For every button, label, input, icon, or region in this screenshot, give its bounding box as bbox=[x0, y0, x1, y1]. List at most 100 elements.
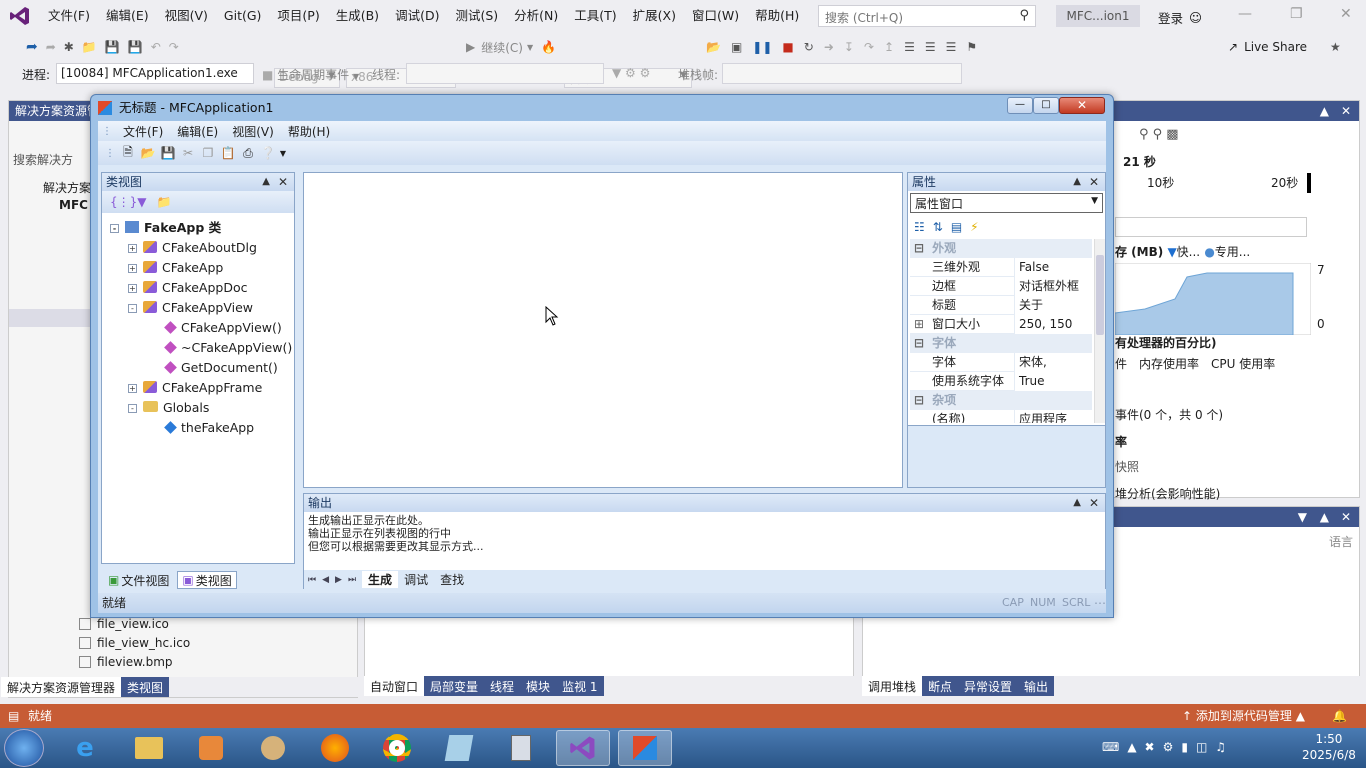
expander-icon[interactable]: + bbox=[128, 264, 137, 273]
tab-events[interactable]: 件 bbox=[1115, 355, 1127, 372]
tab-watch[interactable]: 监视 1 bbox=[556, 676, 604, 696]
hex-icon[interactable]: ☰ bbox=[904, 40, 915, 54]
properties-page-icon[interactable]: ▤ bbox=[951, 220, 962, 234]
menu-item[interactable]: 测试(S) bbox=[447, 0, 506, 32]
list-item[interactable]: file_view_hc.ico bbox=[79, 633, 190, 652]
tree-item[interactable]: + CFakeAppDoc bbox=[128, 279, 247, 297]
tab-class-view[interactable]: 类视图 bbox=[121, 677, 170, 697]
sort-icon[interactable]: {⋮}▼ bbox=[110, 195, 147, 209]
pin-icon[interactable]: ▲ bbox=[262, 173, 270, 191]
new-project-icon[interactable]: ✱ bbox=[64, 40, 74, 54]
tab-breakpoints[interactable]: 断点 bbox=[922, 676, 959, 696]
tab-class-view[interactable]: ▣ 类视图 bbox=[177, 571, 237, 589]
property-row[interactable]: 边框 对话框外框 bbox=[910, 277, 1094, 296]
expand-icon[interactable]: ⊞ bbox=[914, 315, 924, 334]
close-icon[interactable]: ✕ bbox=[1341, 507, 1351, 527]
hot-reload-icon[interactable]: 🔥 bbox=[541, 40, 556, 54]
close-icon[interactable]: ✕ bbox=[278, 173, 288, 191]
cut-icon[interactable]: ✂ bbox=[178, 144, 198, 162]
browse-icon[interactable]: 📂 bbox=[706, 40, 721, 54]
paste-icon[interactable]: 📋 bbox=[218, 144, 238, 162]
tray-icons[interactable]: ⌨▲✖⚙▮◫♫ bbox=[1102, 740, 1234, 754]
tab-threads[interactable]: 线程 bbox=[484, 676, 521, 696]
sign-in-button[interactable]: 登录 ☺ bbox=[1158, 8, 1202, 27]
paint-icon[interactable] bbox=[246, 730, 300, 766]
continue-button[interactable]: ▶ 继续(C) ▼ 🔥 bbox=[462, 36, 560, 58]
expander-icon[interactable]: - bbox=[128, 304, 137, 313]
tree-item[interactable]: - Globals bbox=[128, 399, 209, 417]
tree-item[interactable]: - CFakeAppView bbox=[128, 299, 253, 317]
expander-icon[interactable]: - bbox=[128, 404, 137, 413]
media-player-icon[interactable] bbox=[184, 730, 238, 766]
tab-find[interactable]: 查找 bbox=[434, 571, 470, 588]
visual-studio-taskbar-icon[interactable] bbox=[556, 730, 610, 766]
tree-item[interactable]: ~CFakeAppView() bbox=[164, 339, 292, 357]
tab-file-view[interactable]: ▣ 文件视图 bbox=[104, 571, 173, 589]
process-dropdown[interactable]: [10084] MFCApplication1.exe bbox=[56, 63, 254, 84]
about-icon[interactable]: ❔ bbox=[258, 144, 278, 162]
mfc-menu-view[interactable]: 视图(V) bbox=[225, 123, 281, 140]
property-row[interactable]: 使用系统字体 True bbox=[910, 372, 1094, 391]
open-icon[interactable]: 📁 bbox=[82, 40, 97, 54]
live-share-button[interactable]: ↗ Live Share bbox=[1224, 36, 1311, 58]
pin-icon[interactable]: ▲ bbox=[1073, 494, 1081, 512]
step-out-icon[interactable]: ↥ bbox=[884, 40, 894, 54]
copy-icon[interactable]: ❐ bbox=[198, 144, 218, 162]
bookmark-icon[interactable]: ⚑ bbox=[966, 40, 977, 54]
tab-modules[interactable]: 模块 bbox=[520, 676, 557, 696]
save-all-icon[interactable]: 💾 bbox=[128, 40, 143, 54]
events-icon[interactable]: ⚡ bbox=[970, 220, 978, 234]
tree-item[interactable]: theFakeApp bbox=[164, 419, 254, 437]
expander-icon[interactable]: + bbox=[128, 384, 137, 393]
menu-item[interactable]: 项目(P) bbox=[269, 0, 327, 32]
tree-item[interactable]: + CFakeAboutDlg bbox=[128, 239, 257, 257]
close-icon[interactable]: ✕ bbox=[1340, 6, 1352, 22]
mfc-app-taskbar-icon[interactable] bbox=[618, 730, 672, 766]
expander-icon[interactable]: + bbox=[128, 284, 137, 293]
stop-icon[interactable]: ■ bbox=[782, 40, 793, 54]
solution-search-input[interactable]: 搜索解决方 bbox=[13, 151, 73, 168]
back-icon[interactable]: ➦ bbox=[26, 39, 38, 55]
menu-item[interactable]: 调试(D) bbox=[387, 0, 447, 32]
tab-autos[interactable]: 自动窗口 bbox=[364, 676, 425, 696]
chrome-icon[interactable] bbox=[370, 730, 424, 766]
mfc-maximize-button[interactable]: □ bbox=[1033, 97, 1059, 114]
menu-item[interactable]: 扩展(X) bbox=[625, 0, 684, 32]
mfc-menu-edit[interactable]: 编辑(E) bbox=[170, 123, 225, 140]
firefox-icon[interactable] bbox=[308, 730, 362, 766]
tab-output[interactable]: 输出 bbox=[1018, 676, 1055, 696]
menu-item[interactable]: Git(G) bbox=[216, 0, 270, 32]
screenshot-icon[interactable]: ▣ bbox=[731, 40, 742, 54]
close-icon[interactable]: ✕ bbox=[1089, 173, 1099, 191]
maximize-icon[interactable]: ❐ bbox=[1290, 6, 1303, 22]
zoom-icons[interactable]: ⚲ ⚲ ▩ bbox=[1139, 127, 1179, 142]
menu-item[interactable]: 视图(V) bbox=[157, 0, 216, 32]
clock[interactable]: 1:50 2025/6/8 bbox=[1302, 731, 1356, 763]
mfc-minimize-button[interactable]: — bbox=[1007, 97, 1033, 114]
mfc-close-button[interactable]: ✕ bbox=[1059, 97, 1105, 114]
feedback-icon[interactable]: ★ bbox=[1326, 36, 1345, 58]
restart-icon[interactable]: ↻ bbox=[804, 40, 814, 54]
diagnostic-close-icon[interactable]: ✕ bbox=[1341, 101, 1351, 121]
calculator-icon[interactable] bbox=[494, 730, 548, 766]
tab-scroll-icons[interactable]: ⏮◀▶⏭ bbox=[304, 575, 362, 585]
uncomment-icon[interactable]: ☰ bbox=[946, 40, 957, 54]
mfc-menu-file[interactable]: 文件(F) bbox=[116, 123, 170, 140]
menu-item[interactable]: 分析(N) bbox=[506, 0, 566, 32]
collapse-icon[interactable]: ⊟ bbox=[914, 393, 924, 407]
property-row[interactable]: 字体宋体, Arial(9) bbox=[910, 353, 1094, 388]
explorer-icon[interactable] bbox=[122, 730, 176, 766]
tab-build[interactable]: 生成 bbox=[362, 571, 399, 588]
save-icon[interactable]: 💾 bbox=[105, 40, 120, 54]
menu-item[interactable]: 编辑(E) bbox=[98, 0, 157, 32]
property-category[interactable]: ⊟ 杂项 bbox=[910, 391, 1092, 410]
list-item[interactable]: fileview.bmp bbox=[79, 652, 190, 671]
tree-item[interactable]: CFakeAppView() bbox=[164, 319, 282, 337]
tab-locals[interactable]: 局部变量 bbox=[424, 676, 485, 696]
pin-icon[interactable]: ▲ bbox=[1073, 173, 1081, 191]
notification-bell-icon[interactable]: 🔔 bbox=[1332, 704, 1347, 728]
step-over-icon[interactable]: ↷ bbox=[864, 40, 874, 54]
collapse-icon[interactable]: ⊟ bbox=[914, 241, 924, 255]
step-into-icon[interactable]: ↧ bbox=[844, 40, 854, 54]
menu-item[interactable]: 窗口(W) bbox=[684, 0, 747, 32]
